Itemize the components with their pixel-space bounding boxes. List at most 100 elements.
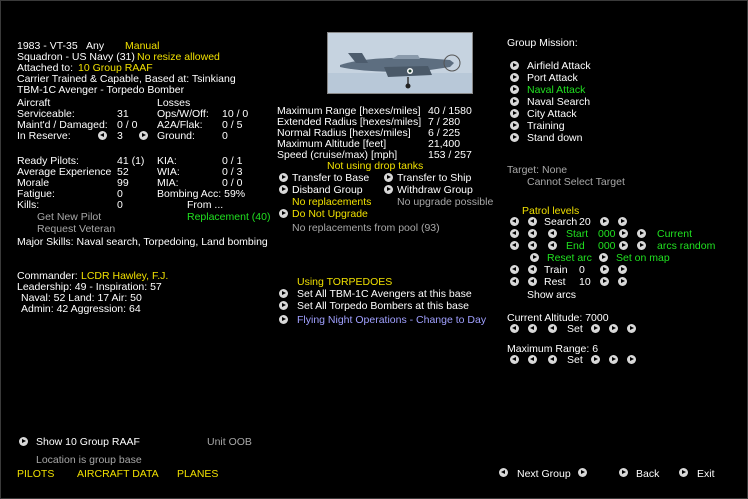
set-all-torpedo-button[interactable]: Set All Torpedo Bombers at this base bbox=[297, 300, 469, 312]
reserve-decrease-button[interactable] bbox=[98, 131, 107, 140]
disband-icon[interactable] bbox=[279, 185, 288, 194]
rest-increase-fast-button[interactable] bbox=[618, 277, 627, 286]
prev-group-icon[interactable] bbox=[499, 468, 508, 477]
start-decrease-fast-button[interactable] bbox=[510, 229, 519, 238]
replacement-button[interactable]: Replacement (40) bbox=[187, 211, 270, 223]
reset-arc-icon[interactable] bbox=[530, 253, 539, 262]
end-decrease-small-button[interactable] bbox=[548, 241, 557, 250]
altitude-set-button[interactable]: Set bbox=[567, 323, 583, 335]
get-new-pilot-button[interactable]: Get New Pilot bbox=[37, 211, 101, 223]
altitude-decrease-small-button[interactable] bbox=[548, 324, 557, 333]
start-value: 000 bbox=[598, 228, 616, 240]
next-group-icon[interactable] bbox=[578, 468, 587, 477]
search-increase-fast-button[interactable] bbox=[618, 217, 627, 226]
major-skills: Major Skills: Naval search, Torpedoing, … bbox=[17, 236, 268, 248]
end-value: 000 bbox=[598, 240, 616, 252]
exit-button[interactable]: Exit bbox=[697, 468, 715, 480]
altitude-increase-small-button[interactable] bbox=[591, 324, 600, 333]
search-increase-button[interactable] bbox=[600, 217, 609, 226]
train-decrease-button[interactable] bbox=[528, 265, 537, 274]
train-decrease-fast-button[interactable] bbox=[510, 265, 519, 274]
set-all-avengers-button[interactable]: Set All TBM-1C Avengers at this base bbox=[297, 288, 472, 300]
range-increase-small-button[interactable] bbox=[591, 355, 600, 364]
rest-decrease-fast-button[interactable] bbox=[510, 277, 519, 286]
night-ops-button[interactable]: Flying Night Operations - Change to Day bbox=[297, 314, 486, 326]
end-increase-button[interactable] bbox=[619, 241, 628, 250]
show-arcs-button[interactable]: Show arcs bbox=[527, 289, 576, 301]
set-all-torpedo-icon[interactable] bbox=[279, 301, 288, 310]
exit-icon[interactable] bbox=[679, 468, 688, 477]
do-not-upgrade-icon[interactable] bbox=[279, 209, 288, 218]
transfer-ship-icon[interactable] bbox=[384, 173, 393, 182]
next-group-button[interactable]: Next Group bbox=[517, 468, 571, 480]
search-decrease-button[interactable] bbox=[528, 217, 537, 226]
altitude-increase-button[interactable] bbox=[609, 324, 618, 333]
mission-option[interactable]: City Attack bbox=[527, 108, 577, 120]
withdraw-icon[interactable] bbox=[384, 185, 393, 194]
mission-option-icon[interactable] bbox=[510, 85, 519, 94]
range-decrease-button[interactable] bbox=[528, 355, 537, 364]
disband-button[interactable]: Disband Group bbox=[292, 184, 363, 196]
drop-tanks-status[interactable]: Not using drop tanks bbox=[327, 160, 423, 172]
end-decrease-fast-button[interactable] bbox=[510, 241, 519, 250]
range-set-button[interactable]: Set bbox=[567, 354, 583, 366]
end-decrease-button[interactable] bbox=[528, 241, 537, 250]
set-on-map-icon[interactable] bbox=[599, 253, 608, 262]
withdraw-button[interactable]: Withdraw Group bbox=[397, 184, 473, 196]
request-veteran-button[interactable]: Request Veteran bbox=[37, 223, 115, 235]
range-increase-fast-button[interactable] bbox=[627, 355, 636, 364]
tab-planes[interactable]: PLANES bbox=[177, 468, 218, 480]
unit-oob-button[interactable]: Unit OOB bbox=[207, 436, 252, 448]
back-icon[interactable] bbox=[619, 468, 628, 477]
mission-option-icon[interactable] bbox=[510, 109, 519, 118]
rest-increase-button[interactable] bbox=[600, 277, 609, 286]
mission-option-icon[interactable] bbox=[510, 97, 519, 106]
altitude-decrease-fast-button[interactable] bbox=[510, 324, 519, 333]
mission-option[interactable]: Stand down bbox=[527, 132, 582, 144]
max-range-label: Maximum Range: 6 bbox=[507, 343, 599, 355]
mission-option-icon[interactable] bbox=[510, 121, 519, 130]
mission-option-icon[interactable] bbox=[510, 133, 519, 142]
range-decrease-small-button[interactable] bbox=[548, 355, 557, 364]
mission-option[interactable]: Naval Search bbox=[527, 96, 590, 108]
end-increase-fast-button[interactable] bbox=[637, 241, 646, 250]
reserve-increase-button[interactable] bbox=[139, 131, 148, 140]
range-decrease-fast-button[interactable] bbox=[510, 355, 519, 364]
transfer-base-icon[interactable] bbox=[279, 173, 288, 182]
mission-option-selected[interactable]: Naval Attack bbox=[527, 84, 585, 96]
train-increase-fast-button[interactable] bbox=[618, 265, 627, 274]
reset-arc-button[interactable]: Reset arc bbox=[547, 252, 592, 264]
location-info: Location is group base bbox=[36, 454, 142, 466]
mission-option-icon[interactable] bbox=[510, 61, 519, 70]
start-increase-fast-button[interactable] bbox=[637, 229, 646, 238]
range-increase-button[interactable] bbox=[609, 355, 618, 364]
weapon-status[interactable]: Using TORPEDOES bbox=[297, 276, 392, 288]
set-on-map-button[interactable]: Set on map bbox=[616, 252, 670, 264]
altitude-decrease-button[interactable] bbox=[528, 324, 537, 333]
start-decrease-button[interactable] bbox=[528, 229, 537, 238]
mission-option-icon[interactable] bbox=[510, 73, 519, 82]
no-upgrade-label: No upgrade possible bbox=[397, 196, 494, 208]
do-not-upgrade-button[interactable]: Do Not Upgrade bbox=[292, 208, 368, 220]
search-decrease-fast-button[interactable] bbox=[510, 217, 519, 226]
show-group-button[interactable]: Show 10 Group RAAF bbox=[36, 436, 140, 448]
start-decrease-small-button[interactable] bbox=[548, 229, 557, 238]
tab-aircraft-data[interactable]: AIRCRAFT DATA bbox=[77, 468, 159, 480]
back-button[interactable]: Back bbox=[636, 468, 659, 480]
mission-option[interactable]: Port Attack bbox=[527, 72, 578, 84]
mission-option[interactable]: Airfield Attack bbox=[527, 60, 591, 72]
show-group-icon[interactable] bbox=[19, 437, 28, 446]
start-increase-button[interactable] bbox=[619, 229, 628, 238]
transfer-base-button[interactable]: Transfer to Base bbox=[292, 172, 369, 184]
arcs-random-button[interactable]: arcs random bbox=[657, 240, 715, 252]
train-increase-button[interactable] bbox=[600, 265, 609, 274]
current-arc-button[interactable]: Current bbox=[657, 228, 692, 240]
set-all-avengers-icon[interactable] bbox=[279, 289, 288, 298]
altitude-increase-fast-button[interactable] bbox=[627, 324, 636, 333]
rest-decrease-button[interactable] bbox=[528, 277, 537, 286]
tab-pilots[interactable]: PILOTS bbox=[17, 468, 54, 480]
transfer-ship-button[interactable]: Transfer to Ship bbox=[397, 172, 471, 184]
night-ops-icon[interactable] bbox=[279, 315, 288, 324]
no-replacements-toggle[interactable]: No replacements bbox=[292, 196, 371, 208]
mission-option[interactable]: Training bbox=[527, 120, 565, 132]
